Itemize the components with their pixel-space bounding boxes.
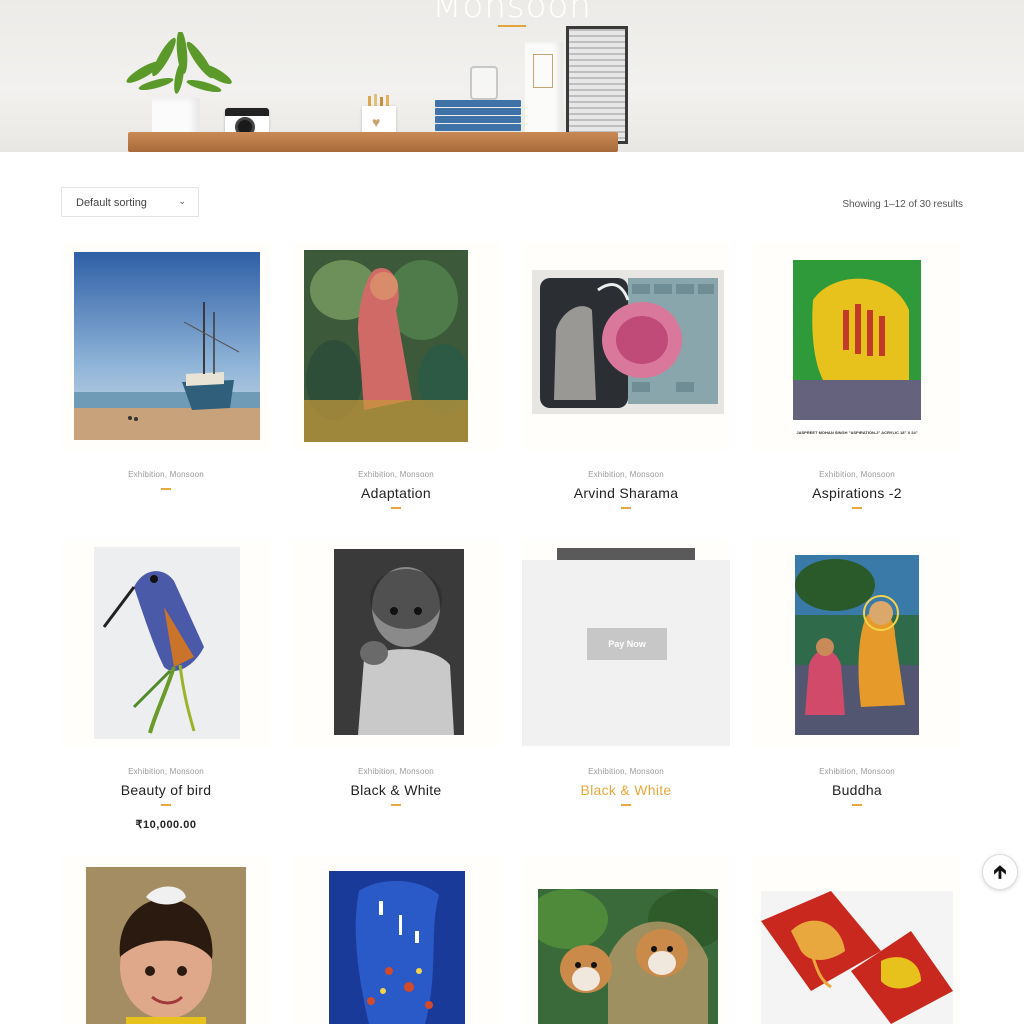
- category-link[interactable]: Exhibition: [128, 767, 165, 776]
- category-link[interactable]: Exhibition: [588, 470, 625, 479]
- product-title[interactable]: Black & White: [522, 782, 730, 798]
- child-portrait-painting: [334, 549, 464, 735]
- accent-dash: [621, 507, 631, 509]
- page-title: Monsoon: [432, 0, 592, 26]
- category-link[interactable]: Exhibition: [128, 470, 165, 479]
- accent-dash: [621, 804, 631, 806]
- pay-now-button[interactable]: Pay Now: [587, 628, 667, 660]
- product-price: ₹10,000.00: [135, 819, 197, 831]
- product-image[interactable]: [753, 857, 961, 1024]
- category-link[interactable]: Exhibition: [588, 767, 625, 776]
- category-link[interactable]: Monsoon: [170, 767, 204, 776]
- product-title[interactable]: Arvind Sharama: [522, 485, 730, 501]
- product-categories: Exhibition, Monsoon: [819, 470, 895, 479]
- title-underline: [498, 25, 526, 27]
- accent-dash: [391, 507, 401, 509]
- girl-portrait-painting: [86, 867, 246, 1024]
- plant-illustration: [126, 32, 232, 94]
- product-image[interactable]: [62, 539, 270, 747]
- chevron-down-icon: ⌄: [178, 196, 186, 206]
- product-image[interactable]: [522, 242, 730, 450]
- category-link[interactable]: Exhibition: [819, 767, 856, 776]
- product-image[interactable]: [292, 857, 500, 1024]
- product-image[interactable]: [522, 857, 730, 1024]
- accent-dash: [161, 488, 171, 490]
- bird-painting: [94, 547, 240, 739]
- category-link[interactable]: Monsoon: [400, 767, 434, 776]
- shop-toolbar: Default sorting ⌄ Showing 1–12 of 30 res…: [61, 187, 963, 217]
- product-image[interactable]: Pay Now: [522, 539, 730, 747]
- product-title[interactable]: Buddha: [753, 782, 961, 798]
- category-link[interactable]: Exhibition: [358, 470, 395, 479]
- category-link[interactable]: Monsoon: [861, 767, 895, 776]
- sort-select[interactable]: Default sorting ⌄: [61, 187, 199, 217]
- product-title[interactable]: Aspirations -2: [753, 485, 961, 501]
- category-link[interactable]: Monsoon: [630, 767, 664, 776]
- product-image[interactable]: JASPREET MOHAN SINGH "ASPIRATION-2" ACRY…: [753, 242, 961, 450]
- boat-painting: [74, 252, 260, 440]
- product-image[interactable]: [62, 242, 270, 450]
- aspirations-painting: [793, 260, 921, 432]
- adaptation-painting: [304, 250, 468, 442]
- product-categories: Exhibition, Monsoon: [358, 767, 434, 776]
- product-image[interactable]: [753, 539, 961, 747]
- product-categories: Exhibition, Monsoon: [128, 470, 204, 479]
- results-count: Showing 1–12 of 30 results: [842, 199, 963, 210]
- product-categories: Exhibition, Monsoon: [128, 767, 204, 776]
- file-holder-illustration: [566, 26, 628, 144]
- accent-dash: [161, 804, 171, 806]
- category-link[interactable]: Exhibition: [819, 470, 856, 479]
- product-image[interactable]: [292, 539, 500, 747]
- hero-banner: Monsoon ♥: [0, 0, 1024, 152]
- scroll-top-button[interactable]: 🡱: [982, 854, 1018, 890]
- category-link[interactable]: Monsoon: [861, 470, 895, 479]
- accent-dash: [852, 804, 862, 806]
- category-link[interactable]: Exhibition: [358, 767, 395, 776]
- product-categories: Exhibition, Monsoon: [358, 470, 434, 479]
- category-link[interactable]: Monsoon: [170, 470, 204, 479]
- product-title[interactable]: Black & White: [292, 782, 500, 798]
- product-categories: Exhibition, Monsoon: [588, 767, 664, 776]
- product-image[interactable]: [62, 857, 270, 1024]
- product-title[interactable]: Adaptation: [292, 485, 500, 501]
- arrow-up-icon: 🡱: [993, 862, 1007, 882]
- hover-overlay: Pay Now: [522, 560, 730, 746]
- category-link[interactable]: Monsoon: [400, 470, 434, 479]
- glass-jar: [470, 66, 498, 100]
- category-link[interactable]: Monsoon: [630, 470, 664, 479]
- accent-dash: [391, 804, 401, 806]
- puppies-painting: [538, 889, 718, 1024]
- accent-dash: [852, 507, 862, 509]
- sort-label: Default sorting: [76, 197, 147, 209]
- buddha-painting: [795, 555, 919, 735]
- abstract-blue-painting: [329, 871, 465, 1024]
- product-categories: Exhibition, Monsoon: [819, 767, 895, 776]
- arvind-painting: [532, 270, 724, 414]
- binder-illustration: [525, 42, 563, 144]
- product-categories: Exhibition, Monsoon: [588, 470, 664, 479]
- painting-caption: JASPREET MOHAN SINGH "ASPIRATION-2" ACRY…: [796, 430, 918, 435]
- ganesha-painting: [761, 891, 953, 1024]
- wooden-shelf: [128, 132, 618, 152]
- product-title[interactable]: Beauty of bird: [62, 782, 270, 798]
- product-image[interactable]: [292, 242, 500, 450]
